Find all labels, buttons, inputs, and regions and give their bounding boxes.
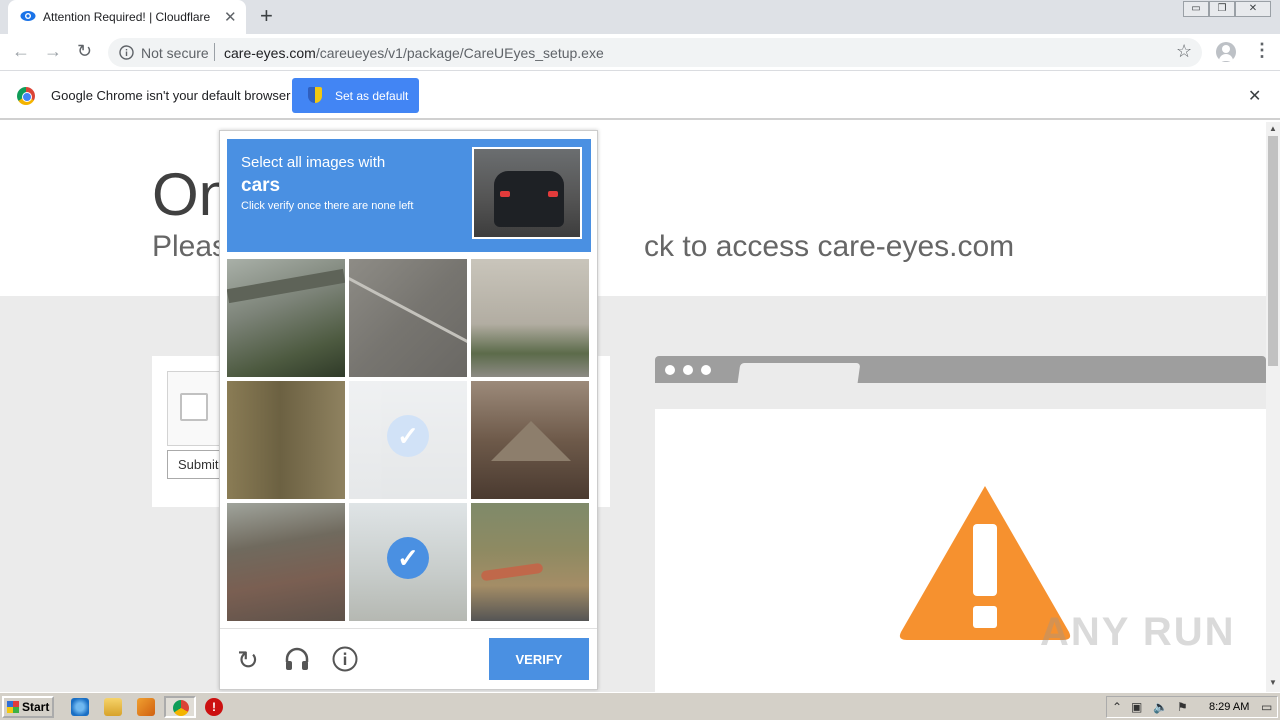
reload-icon[interactable]: ↻ — [77, 41, 92, 62]
chrome-icon — [173, 700, 189, 716]
scroll-down-icon[interactable]: ▼ — [1269, 678, 1277, 687]
subtitle-left: Pleas — [152, 230, 228, 263]
url-text[interactable]: care-eyes.com/careueyes/v1/package/CareU… — [224, 45, 604, 61]
captcha-target: cars — [241, 175, 281, 196]
captcha-image-grid: ✓ ✓ — [227, 259, 589, 621]
captcha-instructions: Click verify once there are none left — [241, 200, 414, 212]
minimize-icon[interactable]: ▭ — [1183, 1, 1209, 17]
captcha-tile-5[interactable]: ✓ — [349, 381, 467, 499]
eye-icon — [20, 11, 36, 21]
volume-icon[interactable]: 🔈 — [1153, 700, 1168, 714]
browser-toolbar: ← → ↻ Not secure care-eyes.com/careueyes… — [0, 34, 1280, 71]
captcha-tile-7[interactable] — [227, 503, 345, 621]
captcha-tile-1[interactable] — [227, 259, 345, 377]
scroll-thumb[interactable] — [1268, 136, 1278, 366]
default-browser-infobar: Google Chrome isn't your default browser… — [0, 71, 1280, 120]
verify-button[interactable]: VERIFY — [489, 638, 589, 680]
url-separator — [214, 43, 215, 61]
tab-title: Attention Required! | Cloudflare — [43, 10, 211, 24]
captcha-tile-4[interactable] — [227, 381, 345, 499]
check-icon: ✓ — [387, 537, 429, 579]
captcha-prompt: Select all images with — [241, 154, 386, 171]
info-icon[interactable] — [332, 646, 358, 672]
forward-icon[interactable]: → — [44, 41, 62, 62]
restore-icon[interactable]: ❐ — [1209, 1, 1235, 17]
captcha-tile-9[interactable] — [471, 503, 589, 621]
folder-icon[interactable] — [104, 698, 122, 716]
browser-tab[interactable]: Attention Required! | Cloudflare ✕ — [8, 0, 246, 34]
plus-icon[interactable]: + — [260, 3, 273, 29]
clock: 8:29 AM — [1209, 701, 1250, 713]
captcha-tile-3[interactable] — [471, 259, 589, 377]
set-as-default-label: Set as default — [335, 89, 409, 103]
show-desktop-icon[interactable]: ▭ — [1261, 700, 1272, 714]
start-label: Start — [22, 700, 50, 714]
car-image — [494, 171, 564, 227]
captcha-tile-6[interactable] — [471, 381, 589, 499]
not-secure-label: Not secure — [141, 45, 209, 61]
system-tray: ⌃ ▣ 🔈 ⚑ 8:29 AM ▭ — [1106, 696, 1278, 718]
windows-logo-icon — [7, 701, 19, 713]
infobar-message: Google Chrome isn't your default browser — [51, 88, 291, 103]
star-icon[interactable]: ☆ — [1176, 41, 1192, 62]
captcha-footer: ↻ VERIFY — [220, 628, 597, 690]
ie-icon[interactable] — [71, 698, 89, 716]
chrome-logo-icon — [17, 87, 35, 105]
captcha-header: Select all images with cars Click verify… — [227, 139, 591, 252]
captcha-tile-2[interactable] — [349, 259, 467, 377]
window-close-icon[interactable]: ✕ — [1235, 1, 1271, 17]
network-icon[interactable]: ▣ — [1131, 700, 1142, 714]
back-icon[interactable]: ← — [12, 41, 30, 62]
page-scrollbar[interactable]: ▲ ▼ — [1266, 122, 1280, 692]
shield-icon — [308, 87, 322, 103]
flag-icon[interactable]: ⚑ — [1177, 700, 1188, 714]
captcha-challenge: Select all images with cars Click verify… — [219, 130, 598, 690]
page-content: On Pleas ck to access care-eyes.com Submi… — [0, 122, 1266, 692]
media-player-icon[interactable] — [137, 698, 155, 716]
close-icon[interactable]: ✕ — [224, 8, 237, 26]
illustration-titlebar — [655, 356, 1266, 383]
windows-taskbar: Start ! ⌃ ▣ 🔈 ⚑ 8:29 AM ▭ — [0, 692, 1280, 720]
reload-icon[interactable]: ↻ — [237, 645, 259, 676]
subtitle-right: ck to access care-eyes.com — [644, 230, 1015, 263]
menu-icon[interactable]: ⋮ — [1253, 40, 1271, 61]
captcha-tile-8[interactable]: ✓ — [349, 503, 467, 621]
audio-icon[interactable] — [284, 646, 310, 672]
chevron-up-icon[interactable]: ⌃ — [1112, 700, 1122, 714]
hero-section: On Pleas ck to access care-eyes.com — [0, 122, 1266, 296]
warning-app-icon[interactable]: ! — [205, 698, 223, 716]
start-button[interactable]: Start — [2, 696, 54, 718]
avatar-icon[interactable] — [1216, 42, 1236, 62]
captcha-sample-image — [472, 147, 582, 239]
url-path: /careueyes/v1/package/CareUEyes_setup.ex… — [315, 45, 604, 61]
title-bar: Attention Required! | Cloudflare ✕ + ▭ ❐… — [0, 0, 1280, 34]
taskbar-chrome-button[interactable] — [164, 696, 196, 718]
address-bar[interactable]: Not secure care-eyes.com/careueyes/v1/pa… — [108, 38, 1202, 67]
url-host: care-eyes.com — [224, 45, 316, 61]
info-icon[interactable] — [119, 45, 134, 60]
watermark: ANY RUN — [1040, 610, 1236, 654]
set-as-default-button[interactable]: Set as default — [292, 78, 419, 113]
close-icon[interactable]: ✕ — [1248, 86, 1261, 106]
recaptcha-checkbox[interactable] — [180, 393, 208, 421]
scroll-up-icon[interactable]: ▲ — [1269, 124, 1277, 133]
check-icon: ✓ — [387, 415, 429, 457]
